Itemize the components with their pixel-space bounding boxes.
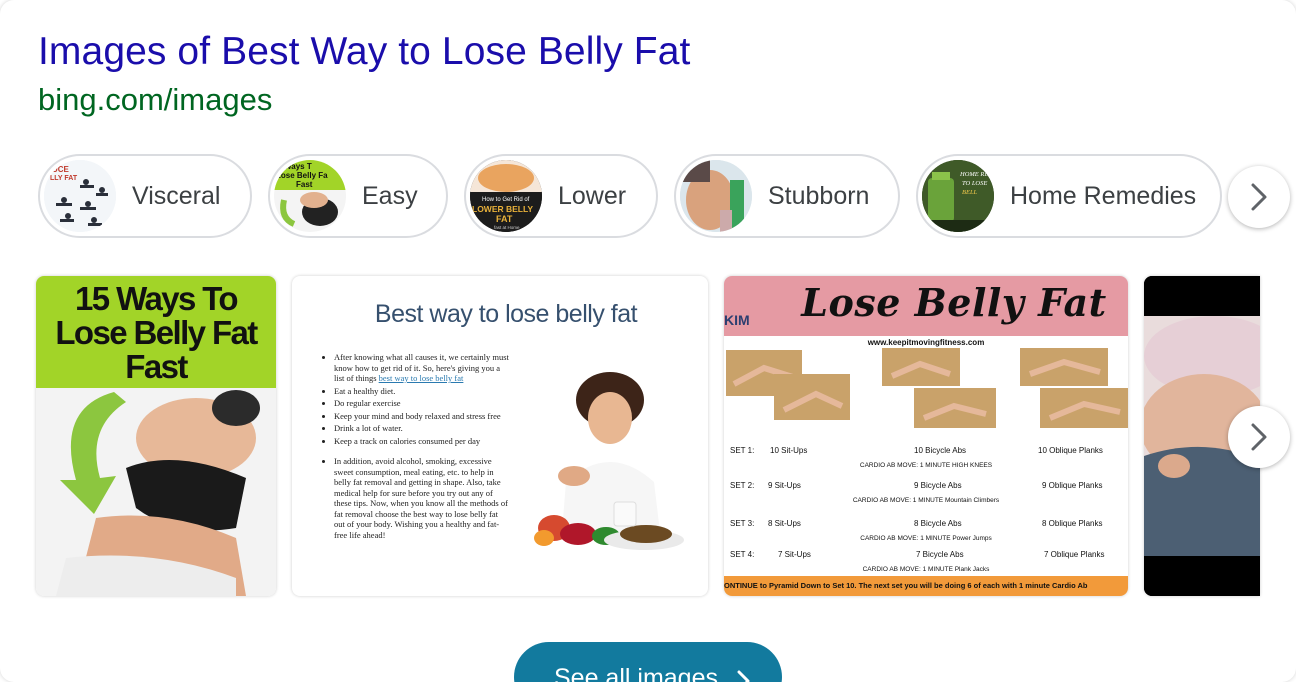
cardio-line: CARDIO AB MOVE: 1 MINUTE Mountain Climbe…: [852, 497, 1000, 504]
tile-2-photo: [534, 372, 684, 550]
tile-headline: 15 Ways To Lose Belly Fat Fast: [55, 280, 258, 385]
bullet: Keep your mind and body relaxed and stre…: [334, 411, 510, 422]
image-answer-card: Images of Best Way to Lose Belly Fat bin…: [0, 0, 1296, 682]
svg-text:TO LOSE: TO LOSE: [962, 180, 987, 187]
chip-easy-thumbnail: Ways T Lose Belly Fa Fast: [274, 160, 346, 232]
cardio-line: CARDIO AB MOVE: 1 MINUTE HIGH KNEES: [859, 462, 993, 469]
bullet: Drink a lot of water.: [334, 423, 510, 434]
bullet-link: best way to lose belly fat: [378, 373, 464, 383]
chip-label: Visceral: [132, 181, 221, 210]
tile-footer: ONTINUE to Pyramid Down to Set 10. The n…: [724, 576, 1128, 596]
chip-visceral-thumb-text: UCE: [52, 165, 70, 174]
exercise-photos: [726, 348, 1128, 428]
tile-logo: KIM: [724, 312, 750, 328]
chevron-right-icon: [1251, 423, 1267, 451]
chevron-right-icon: [1251, 183, 1267, 211]
see-all-label: See all images: [554, 664, 718, 682]
result-title-link[interactable]: Images of Best Way to Lose Belly Fat: [38, 30, 690, 74]
image-tile-15-ways[interactable]: 15 Ways To Lose Belly Fat Fast: [36, 276, 276, 596]
cardio-line: CARDIO AB MOVE: 1 MINUTE Plank Jacks: [862, 566, 990, 573]
cardio-line: CARDIO AB MOVE: 1 MINUTE Power Jumps: [860, 535, 992, 542]
tile-heading: Best way to lose belly fat: [374, 300, 638, 328]
svg-text:FAT: FAT: [496, 214, 513, 224]
svg-text:How to Get Rid of: How to Get Rid of: [482, 197, 530, 203]
bullet: Eat a healthy diet.: [334, 386, 510, 397]
chip-home-remedies[interactable]: HOME REMEDI TO LOSE BELL Home Remedies: [916, 154, 1222, 238]
bullet: In addition, avoid alcohol, smoking, exc…: [334, 456, 510, 540]
result-url: bing.com/images: [38, 82, 273, 117]
chip-visceral-thumbnail: UCE LLY FAT: [44, 160, 116, 232]
chip-label: Home Remedies: [1010, 181, 1197, 210]
chip-lower[interactable]: How to Get Rid of LOWER BELLY FAT fast a…: [464, 154, 658, 238]
image-tile-lose-belly-fat[interactable]: Lose Belly Fat KIM www.keepitmovingfitne…: [724, 276, 1128, 596]
chevron-right-icon: [737, 670, 750, 682]
svg-text:LOWER BELLY: LOWER BELLY: [472, 204, 533, 214]
chip-visceral[interactable]: UCE LLY FAT Visceral: [38, 154, 252, 238]
bullet: Do regular exercise: [334, 398, 510, 409]
tile-bullets: After knowing what all causes it, we cer…: [320, 352, 510, 542]
svg-text:HOME REMEDI: HOME REMEDI: [959, 171, 994, 178]
svg-text:Ways T: Ways T: [284, 162, 312, 171]
chip-easy[interactable]: Ways T Lose Belly Fa Fast Easy: [268, 154, 448, 238]
tile-title: Lose Belly Fat: [801, 280, 1107, 325]
chip-lower-thumbnail: How to Get Rid of LOWER BELLY FAT fast a…: [470, 160, 542, 232]
chip-label: Easy: [362, 181, 418, 210]
chip-label: Lower: [558, 181, 627, 210]
svg-text:Fast: Fast: [296, 180, 313, 189]
tile-1-photo: [36, 388, 276, 596]
tile-site: www.keepitmovingfitness.com: [867, 338, 985, 347]
svg-text:fast at Home: fast at Home: [494, 225, 520, 230]
bullet: Keep a track on calories consumed per da…: [334, 436, 510, 447]
svg-text:Lose Belly Fa: Lose Belly Fa: [276, 171, 328, 180]
image-tile-best-way[interactable]: Best way to lose belly fat After knowing…: [292, 276, 708, 596]
svg-text:BELL: BELL: [962, 189, 978, 196]
see-all-images-button[interactable]: See all images: [514, 642, 782, 682]
svg-text:LLY FAT: LLY FAT: [50, 175, 78, 182]
images-next-button[interactable]: [1228, 406, 1290, 468]
chip-stubborn[interactable]: Stubborn: [674, 154, 900, 238]
chip-home-remedies-thumbnail: HOME REMEDI TO LOSE BELL: [922, 160, 994, 232]
bullet: After knowing what all causes it, we cer…: [334, 352, 510, 384]
chip-label: Stubborn: [768, 181, 870, 210]
chip-stubborn-thumbnail: [680, 160, 752, 232]
chips-next-button[interactable]: [1228, 166, 1290, 228]
